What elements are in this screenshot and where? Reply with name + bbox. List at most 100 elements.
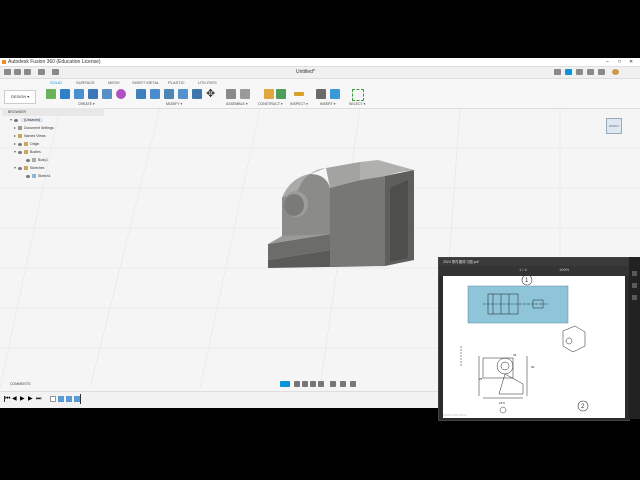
- engineering-drawing: 1 3323.5 3025 2: [460, 274, 589, 414]
- view-cube[interactable]: FRONT: [606, 118, 622, 134]
- insert-image-icon[interactable]: [330, 89, 340, 99]
- sidebar-tool-icon[interactable]: [632, 295, 637, 300]
- timeline-sketch-icon[interactable]: [50, 396, 56, 402]
- step-forward-icon[interactable]: ▶: [28, 396, 34, 402]
- fit-icon[interactable]: [318, 381, 324, 387]
- add-icon[interactable]: [565, 69, 572, 75]
- axis-icon[interactable]: [276, 89, 286, 99]
- expand-arrow-icon[interactable]: ▸: [14, 132, 16, 140]
- browser-item-bodies[interactable]: ▾ Bodies: [14, 148, 41, 156]
- insert-menu[interactable]: INSERT ▾: [320, 102, 335, 106]
- document-tab[interactable]: Untitled*: [296, 68, 315, 77]
- pdf-status-text: 2156×1578 200%: [443, 413, 467, 417]
- maximize-button[interactable]: □: [618, 58, 621, 66]
- play-icon[interactable]: ▶: [20, 396, 26, 402]
- tab-utilities[interactable]: UTILITIES: [198, 79, 217, 86]
- tab-plastic[interactable]: PLASTIC: [168, 79, 185, 86]
- visibility-eye-icon[interactable]: [14, 118, 19, 122]
- orbit-icon[interactable]: [280, 381, 290, 387]
- browser-item-body1[interactable]: Body1: [26, 156, 48, 164]
- fusion-logo-icon: [2, 60, 6, 64]
- modify-menu[interactable]: MODIFY ▾: [166, 102, 182, 106]
- page-indicator[interactable]: 1 / 4: [519, 267, 527, 272]
- comments-panel[interactable]: COMMENTS: [0, 380, 110, 388]
- zoom-icon[interactable]: [310, 381, 316, 387]
- close-button[interactable]: ✕: [629, 58, 633, 66]
- browser-item-named-views[interactable]: ▸ Named Views: [14, 132, 46, 140]
- expand-arrow-icon[interactable]: ▾: [14, 148, 16, 156]
- browser-item-document-settings[interactable]: ▸ Document Settings: [14, 124, 54, 132]
- browser-item-origin[interactable]: ▸ Origin: [14, 140, 39, 148]
- sidebar-tool-icon[interactable]: [632, 271, 637, 276]
- create-menu[interactable]: CREATE ▾: [78, 102, 95, 106]
- viewports-icon[interactable]: [350, 381, 356, 387]
- look-at-icon[interactable]: [294, 381, 300, 387]
- sketch-icon: [32, 174, 36, 179]
- revolve-icon[interactable]: [74, 89, 84, 99]
- select-icon[interactable]: [352, 89, 364, 101]
- toolbar-ribbon: DESIGN ▾ CREATE ▾ ✥ MODIFY ▾ ASSEMBLE ▾ …: [0, 86, 640, 109]
- visibility-eye-icon[interactable]: [18, 150, 23, 154]
- hole-icon[interactable]: [88, 89, 98, 99]
- undo-icon[interactable]: [38, 69, 45, 75]
- chamfer-icon[interactable]: [164, 89, 174, 99]
- extrude-icon[interactable]: [60, 89, 70, 99]
- go-to-start-icon[interactable]: ⏮: [4, 396, 10, 402]
- combine-icon[interactable]: [192, 89, 202, 99]
- minimize-button[interactable]: –: [606, 58, 609, 66]
- tab-mesh[interactable]: MESH: [108, 79, 120, 86]
- browser-item-sketch1[interactable]: Sketch1: [26, 172, 51, 180]
- timeline-marker[interactable]: [80, 394, 81, 404]
- create-sketch-icon[interactable]: [46, 89, 56, 99]
- expand-arrow-icon[interactable]: ▸: [14, 124, 16, 132]
- help-icon[interactable]: [598, 69, 605, 75]
- step-back-icon[interactable]: ◀: [12, 396, 18, 402]
- visibility-eye-icon[interactable]: [18, 166, 23, 170]
- tab-sheet-metal[interactable]: SHEET METAL: [132, 79, 159, 86]
- move-icon[interactable]: ✥: [206, 89, 216, 100]
- select-menu[interactable]: SELECT ▾: [349, 102, 365, 106]
- construct-menu[interactable]: CONSTRUCT ▾: [258, 102, 283, 106]
- visibility-eye-icon[interactable]: [26, 174, 30, 178]
- form-icon[interactable]: [116, 89, 126, 99]
- tab-surface[interactable]: SURFACE: [76, 79, 95, 86]
- shell-icon[interactable]: [178, 89, 188, 99]
- new-tab-icon[interactable]: [554, 69, 561, 75]
- inspect-menu[interactable]: INSPECT ▾: [290, 102, 308, 106]
- avatar[interactable]: [612, 69, 619, 75]
- model-body[interactable]: [268, 160, 414, 268]
- grid-menu-icon[interactable]: [4, 69, 11, 75]
- save-icon[interactable]: [24, 69, 31, 75]
- assemble-menu[interactable]: ASSEMBLE ▾: [226, 102, 248, 106]
- job-status-icon[interactable]: [576, 69, 583, 75]
- expand-arrow-icon[interactable]: ▸: [14, 140, 16, 148]
- expand-arrow-icon[interactable]: ▾: [10, 116, 12, 124]
- browser-item-sketches[interactable]: ▾ Sketches: [14, 164, 44, 172]
- pdf-title: 2024 零件图练习图.pdf: [443, 260, 479, 264]
- zoom-level[interactable]: 100%: [559, 267, 569, 272]
- timeline-extrude-icon[interactable]: [58, 396, 64, 402]
- navigation-bar: [280, 380, 360, 388]
- timeline-extrude-icon[interactable]: [66, 396, 72, 402]
- workspace-switcher[interactable]: DESIGN ▾: [4, 90, 36, 104]
- visibility-eye-icon[interactable]: [18, 142, 23, 146]
- press-pull-icon[interactable]: [136, 89, 146, 99]
- redo-icon[interactable]: [52, 69, 59, 75]
- joint-icon[interactable]: [240, 89, 250, 99]
- fillet-icon[interactable]: [150, 89, 160, 99]
- browser-root[interactable]: ▾ (Unsaved): [10, 116, 44, 124]
- measure-icon[interactable]: [294, 92, 304, 96]
- offset-plane-icon[interactable]: [264, 89, 274, 99]
- display-settings-icon[interactable]: [330, 381, 336, 387]
- insert-derive-icon[interactable]: [316, 89, 326, 99]
- go-to-end-icon[interactable]: ⏭: [36, 396, 42, 402]
- file-menu-icon[interactable]: [14, 69, 21, 75]
- new-component-icon[interactable]: [226, 89, 236, 99]
- grid-settings-icon[interactable]: [340, 381, 346, 387]
- notifications-icon[interactable]: [587, 69, 594, 75]
- pan-icon[interactable]: [302, 381, 308, 387]
- sidebar-tool-icon[interactable]: [632, 283, 637, 288]
- expand-arrow-icon[interactable]: ▾: [14, 164, 16, 172]
- visibility-eye-icon[interactable]: [26, 158, 30, 162]
- pattern-icon[interactable]: [102, 89, 112, 99]
